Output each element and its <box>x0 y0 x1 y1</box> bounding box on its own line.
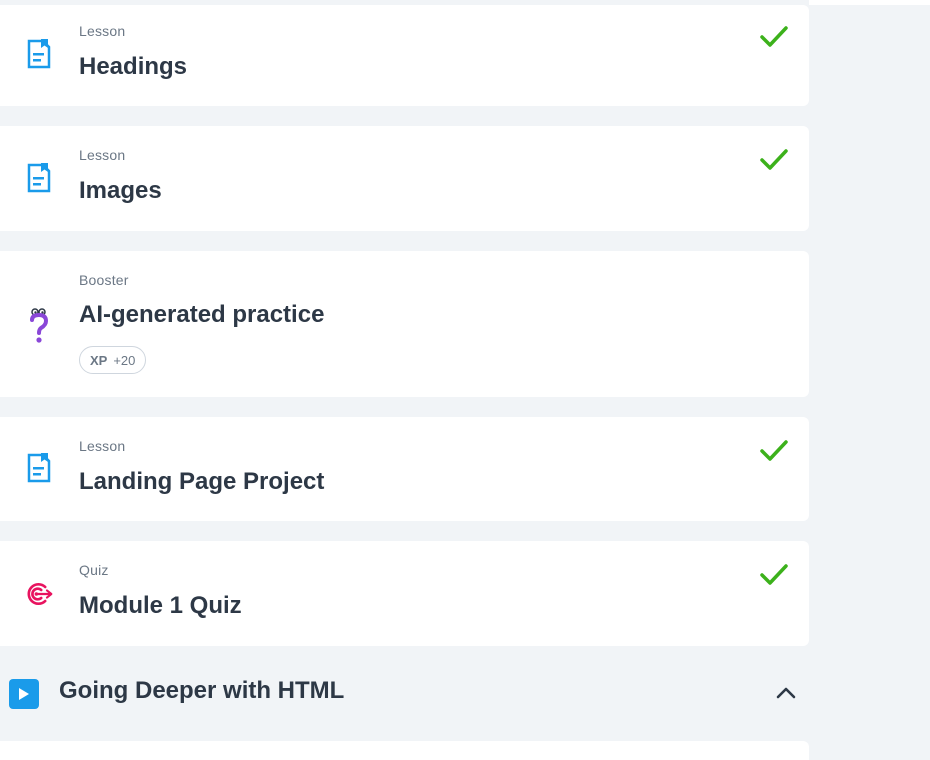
item-type-label: Lesson <box>79 438 126 454</box>
item-type-label: Lesson <box>79 23 126 39</box>
lesson-card-landing-page-project[interactable]: Lesson Landing Page Project <box>0 417 809 521</box>
xp-badge: XP +20 <box>79 346 147 374</box>
booster-card-ai-practice[interactable]: Booster AI-generated practice XP +20 <box>0 251 809 397</box>
play-icon <box>9 679 39 709</box>
item-title[interactable]: Module 1 Quiz <box>79 592 242 620</box>
question-character-icon <box>24 306 54 346</box>
item-type-label: Quiz <box>79 562 109 578</box>
check-icon <box>760 149 788 170</box>
item-type-label: Booster <box>79 272 129 288</box>
lesson-document-icon <box>24 161 54 195</box>
quiz-card-module-1[interactable]: Quiz Module 1 Quiz <box>0 541 809 646</box>
target-icon <box>24 577 54 611</box>
item-title[interactable]: Images <box>79 177 162 205</box>
item-title[interactable]: Landing Page Project <box>79 468 324 496</box>
lesson-card-images[interactable]: Lesson Images <box>0 126 809 231</box>
top-strip <box>809 0 930 5</box>
item-title[interactable]: AI-generated practice <box>79 301 324 329</box>
section-header-going-deeper[interactable]: Going Deeper with HTML <box>0 663 809 721</box>
next-item-card[interactable] <box>0 741 809 760</box>
section-title: Going Deeper with HTML <box>59 677 345 704</box>
lesson-document-icon <box>24 451 54 485</box>
check-icon <box>760 440 788 461</box>
lesson-document-icon <box>24 37 54 71</box>
item-type-label: Lesson <box>79 147 126 163</box>
xp-value: +20 <box>113 352 136 368</box>
chevron-up-icon[interactable] <box>774 683 798 703</box>
xp-label: XP <box>90 352 108 368</box>
check-icon <box>760 564 788 585</box>
lesson-card-headings[interactable]: Lesson Headings <box>0 5 809 106</box>
check-icon <box>760 26 788 47</box>
item-title[interactable]: Headings <box>79 53 187 81</box>
